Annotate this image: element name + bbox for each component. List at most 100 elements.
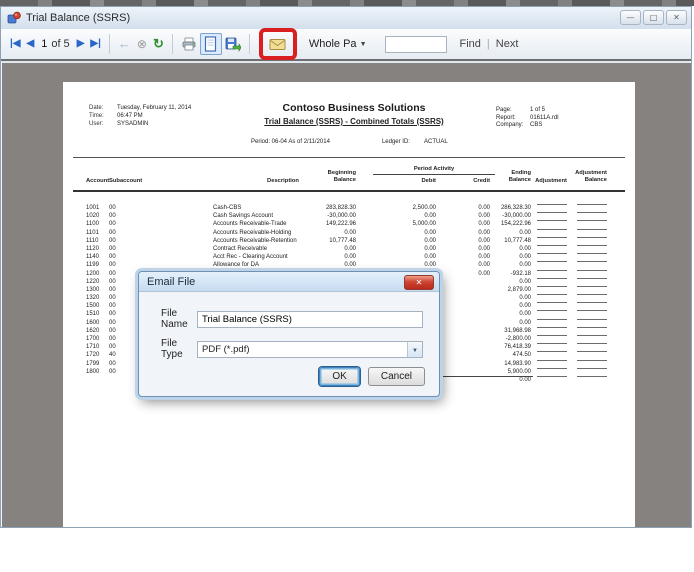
adjustment-balance-blank-line — [577, 269, 607, 271]
period-value: Period: 06-04 As of 2/11/2014 — [251, 139, 330, 145]
email-button[interactable] — [267, 33, 289, 55]
adjustment-blank-line — [537, 228, 567, 230]
cell-ending-balance: 31,968.98 — [504, 327, 531, 334]
cell-account: 1799 — [86, 360, 100, 367]
adjustment-blank-line — [537, 318, 567, 320]
header-rule-thick — [73, 190, 625, 192]
print-layout-button[interactable] — [199, 33, 222, 55]
adjustment-balance-blank-line — [577, 375, 607, 377]
cell-subaccount: 00 — [109, 205, 116, 211]
file-name-input[interactable] — [197, 310, 423, 328]
print-button[interactable] — [178, 33, 200, 55]
report-id-value: 01611A.rdl — [530, 114, 559, 121]
table-row: 1140 00 Acct Rec - Clearing Account 0.00… — [63, 253, 635, 261]
adjustment-blank-line — [537, 220, 567, 222]
last-page-button[interactable]: ▶| — [87, 35, 104, 53]
export-button[interactable] — [222, 33, 244, 55]
cell-ending-balance: 10,777.48 — [504, 237, 531, 244]
cell-ending-balance: 0.00 — [519, 262, 531, 269]
next-page-button[interactable]: ▶ — [74, 35, 88, 53]
cell-account: 1110 — [86, 237, 99, 244]
report-label: Report: — [496, 114, 516, 121]
minimize-button[interactable]: — — [620, 10, 641, 25]
maximize-button[interactable]: □ — [643, 10, 664, 25]
cell-subaccount: 00 — [109, 270, 116, 277]
table-row: 1100 00 Accounts Receivable-Trade 149,22… — [63, 220, 635, 228]
adjustment-blank-line — [537, 302, 567, 304]
first-page-button[interactable]: |◀ — [7, 35, 24, 53]
file-type-select[interactable]: PDF (*.pdf) ▼ — [197, 340, 423, 358]
dialog-buttons: OK Cancel — [319, 367, 425, 386]
file-type-label: File Type — [161, 338, 183, 360]
adjustment-blank-line — [537, 326, 567, 328]
cell-debit: 0.00 — [424, 237, 436, 244]
stop-button[interactable]: ⊗ — [134, 35, 150, 53]
select-arrow-button[interactable]: ▼ — [407, 341, 422, 357]
report-viewer: Date: Tuesday, February 11, 2014 Time: 06:… — [2, 63, 691, 527]
find-next-separator: | — [486, 38, 490, 50]
adjustment-balance-blank-line — [577, 277, 607, 279]
company-title: Contoso Business Solutions — [282, 102, 426, 114]
cell-subaccount: 00 — [109, 221, 116, 228]
cell-beginning-balance: 0.00 — [344, 262, 356, 269]
column-header-beginning-balance: Beginning Balance — [327, 170, 356, 183]
column-header-subaccount: Subaccount — [109, 178, 143, 184]
toolbar-separator — [248, 34, 250, 54]
cell-beginning-balance: 149,222.96 — [325, 221, 356, 228]
report-header-left: Date: Tuesday, February 11, 2014 Time: 06:… — [89, 104, 191, 128]
cancel-button[interactable]: Cancel — [367, 367, 425, 386]
cell-beginning-balance: 283,828.30 — [325, 205, 356, 211]
cell-beginning-balance: 10,777.48 — [329, 237, 356, 244]
cell-subaccount: 00 — [109, 237, 116, 244]
adjustment-balance-blank-line — [577, 228, 607, 230]
cell-ending-balance: 0.00 — [519, 376, 531, 383]
cell-account: 1510 — [86, 311, 100, 318]
cell-debit: 0.00 — [424, 262, 436, 269]
ok-button[interactable]: OK — [319, 367, 360, 386]
cell-ending-balance: 0.00 — [519, 319, 531, 326]
cell-account: 1140 — [86, 254, 99, 261]
adjustment-balance-blank-line — [577, 212, 607, 214]
cell-subaccount: 00 — [109, 311, 116, 318]
dialog-close-button[interactable]: ✕ — [404, 275, 434, 290]
cell-subaccount: 00 — [109, 262, 116, 269]
cell-account: 1220 — [86, 278, 100, 285]
adjustment-blank-line — [537, 343, 567, 345]
app-window: Trial Balance (SSRS) — □ ✕ |◀ ◀ 1 of 5 ▶… — [0, 6, 692, 528]
cell-ending-balance: 0.00 — [519, 303, 531, 310]
table-row: 1199 00 Allowance for DA 0.00 0.00 0.00 … — [63, 261, 635, 269]
close-button[interactable]: ✕ — [666, 10, 687, 25]
adjustment-balance-blank-line — [577, 335, 607, 336]
cell-subaccount: 40 — [109, 352, 116, 359]
company-label: Company: — [496, 122, 524, 128]
date-value: Tuesday, February 11, 2014 — [117, 105, 192, 111]
prev-page-button[interactable]: ◀ — [24, 35, 38, 53]
adjustment-blank-line — [537, 204, 567, 205]
zoom-select[interactable]: Whole Pa ▼ — [309, 38, 367, 50]
cell-subaccount: 00 — [109, 254, 116, 261]
cell-ending-balance: 2,879.00 — [507, 286, 531, 293]
email-envelope-icon — [269, 38, 286, 51]
adjustment-balance-blank-line — [577, 204, 607, 205]
cell-ending-balance: -2,800.00 — [505, 336, 531, 342]
adjustment-blank-line — [537, 367, 567, 369]
cell-account: 1710 — [86, 344, 100, 351]
ledger-label: Ledger ID: — [381, 139, 410, 145]
search-input[interactable] — [384, 35, 447, 53]
refresh-button[interactable]: ↻ — [150, 35, 167, 53]
adjustment-balance-blank-line — [577, 294, 607, 296]
back-button[interactable]: ← — [115, 35, 134, 53]
find-button[interactable]: Find — [457, 38, 484, 50]
cell-ending-balance: 0.00 — [519, 295, 531, 302]
adjustment-blank-line — [537, 359, 567, 361]
cell-subaccount: 00 — [109, 344, 116, 351]
current-page-value[interactable]: 1 — [41, 38, 47, 50]
dialog-titlebar: Email File ✕ — [139, 272, 439, 292]
chevron-down-icon: ▼ — [412, 347, 418, 354]
adjustment-blank-line — [537, 261, 567, 263]
cell-subaccount: 00 — [109, 286, 116, 293]
adjustment-blank-line — [537, 375, 567, 377]
next-match-button[interactable]: Next — [493, 38, 522, 50]
adjustment-balance-blank-line — [577, 244, 607, 246]
cell-ending-balance: 0.00 — [519, 245, 531, 252]
